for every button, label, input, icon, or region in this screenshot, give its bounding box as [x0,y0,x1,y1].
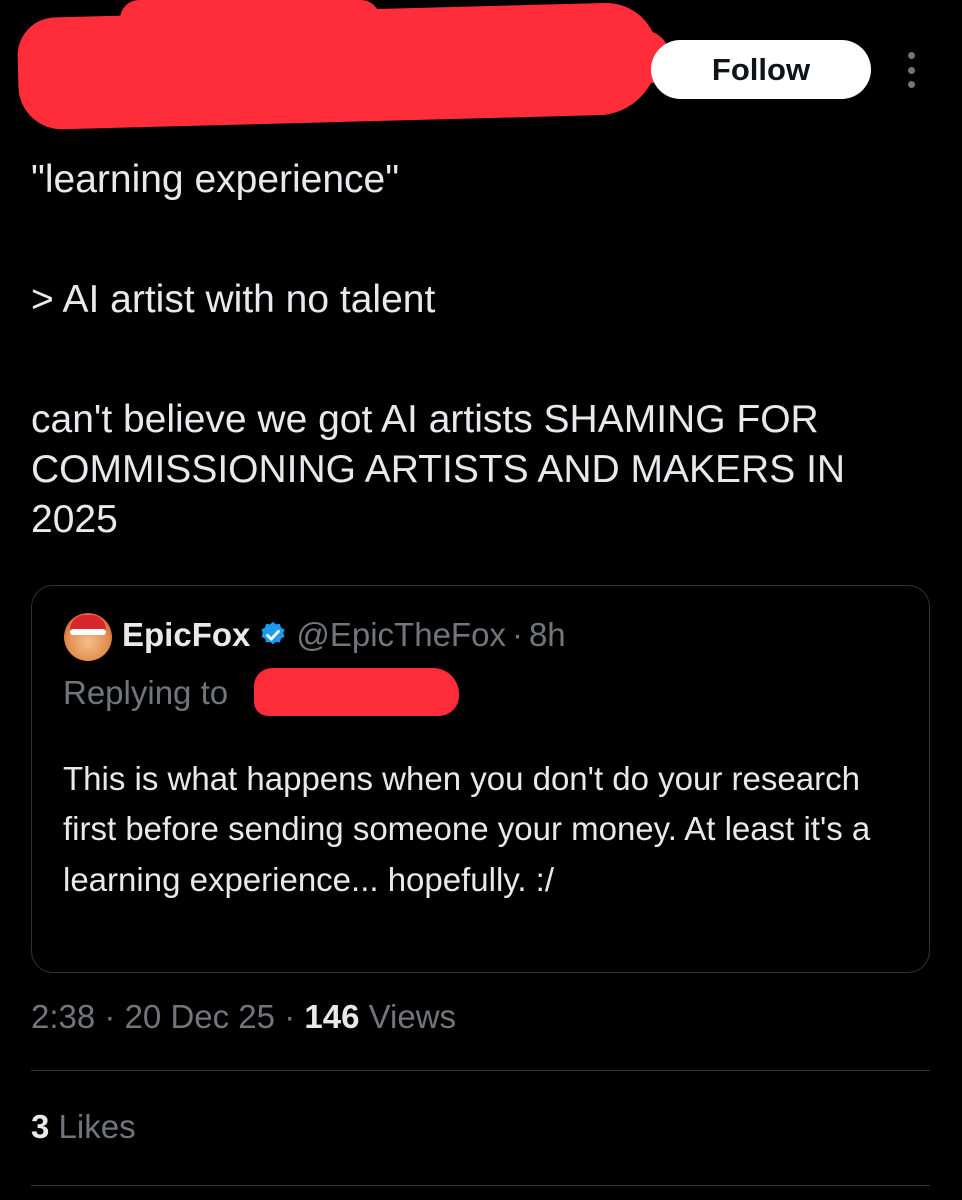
likes-label: Likes [58,1108,136,1145]
quoted-author-handle[interactable]: @EpicTheFox [296,616,506,654]
tweet-text-line-1: "learning experience" [31,158,400,201]
more-vertical-icon[interactable] [898,52,924,88]
quoted-tweet-card[interactable]: EpicFox @EpicTheFox · 8h Replying to Thi… [31,585,930,973]
quoted-tweet-header: EpicFox @EpicTheFox · 8h [122,616,566,654]
quoted-author-name[interactable]: EpicFox [122,616,250,654]
likes-stat[interactable]: 3 Likes [31,1108,136,1146]
divider [31,1070,930,1071]
separator-dot: · [104,998,116,1035]
fox-avatar-icon[interactable] [64,613,112,661]
redacted-username-part [120,0,380,38]
replying-to-label: Replying to [63,674,229,711]
tweet-time[interactable]: 2:38 [31,998,95,1035]
tweet-text-line-2: > AI artist with no talent [31,278,436,321]
follow-button[interactable]: Follow [651,40,871,99]
separator-dot: · [284,998,296,1035]
views-count: 146 [304,998,360,1035]
verified-badge-icon [261,621,285,645]
quoted-tweet-time[interactable]: 8h [529,616,566,654]
quoted-tweet-body: This is what happens when you don't do y… [63,760,871,898]
views-label: Views [368,998,457,1035]
likes-count: 3 [31,1108,50,1145]
redacted-username-part [400,30,670,85]
tweet-meta: 2:38 · 20 Dec 25 · 146 Views [31,998,456,1036]
redacted-reply-handle [254,668,459,716]
divider [31,1185,930,1186]
tweet-text-line-3: can't believe we got AI artists SHAMING … [31,398,856,541]
tweet-date[interactable]: 20 Dec 25 [125,998,275,1035]
separator-dot: · [511,616,523,653]
